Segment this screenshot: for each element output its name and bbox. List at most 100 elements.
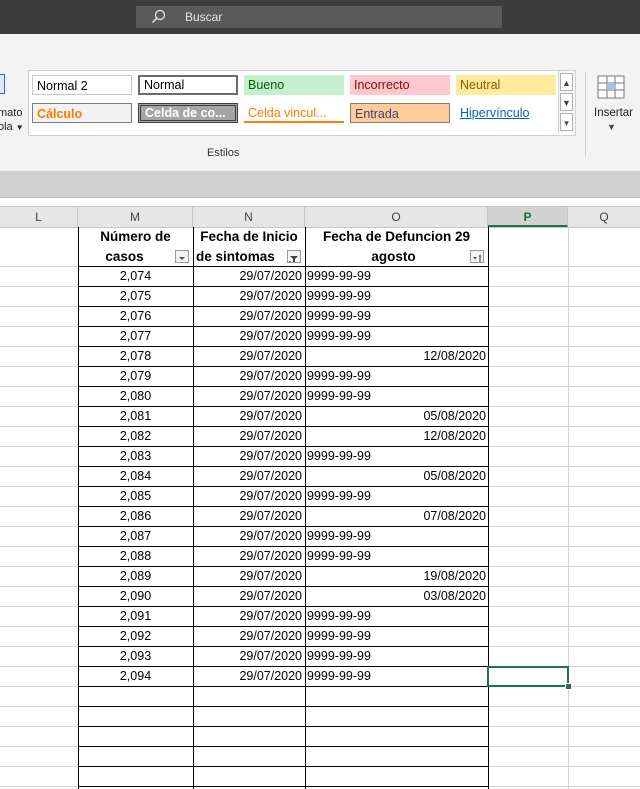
- chevron-down-icon[interactable]: ▼: [607, 122, 616, 132]
- cell-fecha-defuncion[interactable]: 9999-99-99: [307, 306, 485, 326]
- cell-fecha-defuncion[interactable]: 9999-99-99: [307, 606, 485, 626]
- cell-numero-de-casos[interactable]: 2,084: [79, 466, 192, 486]
- cell-fecha-defuncion[interactable]: 19/08/2020: [305, 566, 486, 586]
- style-celda-vinculada[interactable]: Celda vincul...: [244, 103, 344, 123]
- cell-numero-de-casos[interactable]: 2,079: [79, 366, 192, 386]
- cell-fecha-inicio[interactable]: 29/07/2020: [193, 446, 302, 466]
- fill-handle[interactable]: [565, 683, 572, 690]
- cell-fecha-inicio[interactable]: 29/07/2020: [193, 586, 302, 606]
- cell-fecha-inicio[interactable]: 29/07/2020: [193, 606, 302, 626]
- cell-fecha-defuncion[interactable]: 03/08/2020: [305, 586, 486, 606]
- cell-fecha-defuncion[interactable]: 9999-99-99: [307, 526, 485, 546]
- column-header-m[interactable]: M: [78, 207, 193, 227]
- cell-fecha-defuncion[interactable]: 07/08/2020: [305, 506, 486, 526]
- cell-fecha-inicio[interactable]: 29/07/2020: [193, 426, 302, 446]
- cell-fecha-defuncion[interactable]: 05/08/2020: [305, 466, 486, 486]
- cell-fecha-inicio[interactable]: 29/07/2020: [193, 346, 302, 366]
- cell-fecha-inicio[interactable]: 29/07/2020: [193, 466, 302, 486]
- style-normal-2[interactable]: Normal 2: [32, 75, 132, 95]
- formula-bar[interactable]: [0, 171, 640, 198]
- column-header-q[interactable]: Q: [568, 207, 640, 227]
- column-header-n[interactable]: N: [193, 207, 305, 227]
- cell-numero-de-casos[interactable]: 2,082: [79, 426, 192, 446]
- cell-fecha-inicio[interactable]: 29/07/2020: [193, 566, 302, 586]
- cell-numero-de-casos[interactable]: 2,076: [79, 306, 192, 326]
- cell-numero-de-casos[interactable]: 2,080: [79, 386, 192, 406]
- cell-fecha-inicio[interactable]: 29/07/2020: [193, 526, 302, 546]
- style-neutral[interactable]: Neutral: [456, 75, 556, 95]
- cell-fecha-defuncion[interactable]: 9999-99-99: [307, 486, 485, 506]
- cell-fecha-defuncion[interactable]: 9999-99-99: [307, 646, 485, 666]
- cell-numero-de-casos[interactable]: 2,085: [79, 486, 192, 506]
- cell-fecha-defuncion[interactable]: 9999-99-99: [307, 266, 485, 286]
- cell-fecha-defuncion[interactable]: 9999-99-99: [307, 546, 485, 566]
- style-bueno[interactable]: Bueno: [244, 75, 344, 95]
- cell-numero-de-casos[interactable]: 2,086: [79, 506, 192, 526]
- cell-numero-de-casos[interactable]: 2,083: [79, 446, 192, 466]
- cell-numero-de-casos[interactable]: 2,075: [79, 286, 192, 306]
- cell-numero-de-casos[interactable]: 2,081: [79, 406, 192, 426]
- style-calculo[interactable]: Cálculo: [32, 103, 132, 123]
- cell-numero-de-casos[interactable]: 2,093: [79, 646, 192, 666]
- cell-numero-de-casos[interactable]: 2,089: [79, 566, 192, 586]
- cell-fecha-defuncion[interactable]: 9999-99-99: [307, 286, 485, 306]
- cell-fecha-defuncion[interactable]: 9999-99-99: [307, 386, 485, 406]
- cell-numero-de-casos[interactable]: 2,091: [79, 606, 192, 626]
- table-border-horizontal: [78, 786, 489, 787]
- style-incorrecto[interactable]: Incorrecto: [350, 75, 450, 95]
- cell-fecha-defuncion[interactable]: 9999-99-99: [307, 626, 485, 646]
- cell-numero-de-casos[interactable]: 2,077: [79, 326, 192, 346]
- cell-fecha-inicio[interactable]: 29/07/2020: [193, 626, 302, 646]
- cell-fecha-inicio[interactable]: 29/07/2020: [193, 286, 302, 306]
- cell-fecha-inicio[interactable]: 29/07/2020: [193, 386, 302, 406]
- cell-fecha-inicio[interactable]: 29/07/2020: [193, 406, 302, 426]
- worksheet-grid[interactable]: Número de casos Fecha de Inicio de sinto…: [0, 227, 640, 789]
- table-border-horizontal: [78, 686, 489, 687]
- table-border-vertical: [488, 227, 489, 789]
- style-normal[interactable]: Normal: [138, 75, 238, 95]
- cell-fecha-defuncion[interactable]: 9999-99-99: [307, 446, 485, 466]
- style-entrada[interactable]: Entrada: [350, 103, 450, 123]
- cell-numero-de-casos[interactable]: 2,088: [79, 546, 192, 566]
- gallery-more-button[interactable]: ▾: [560, 113, 573, 131]
- cell-fecha-inicio[interactable]: 29/07/2020: [193, 266, 302, 286]
- cell-fecha-inicio[interactable]: 29/07/2020: [193, 326, 302, 346]
- cell-fecha-inicio[interactable]: 29/07/2020: [193, 666, 302, 686]
- style-celda-de-comprobacion[interactable]: Celda de co...: [138, 103, 238, 123]
- cell-fecha-inicio[interactable]: 29/07/2020: [193, 366, 302, 386]
- cell-numero-de-casos[interactable]: 2,092: [79, 626, 192, 646]
- style-hipervinculo[interactable]: Hipervínculo: [456, 103, 556, 123]
- cell-fecha-defuncion[interactable]: 9999-99-99: [307, 666, 485, 686]
- cell-fecha-inicio[interactable]: 29/07/2020: [193, 546, 302, 566]
- insert-label[interactable]: Insertar: [594, 107, 633, 119]
- cell-numero-de-casos[interactable]: 2,090: [79, 586, 192, 606]
- column-header-o[interactable]: O: [305, 207, 488, 227]
- table-border-horizontal: [78, 746, 489, 747]
- cell-numero-de-casos[interactable]: 2,094: [79, 666, 192, 686]
- cell-fecha-inicio[interactable]: 29/07/2020: [193, 486, 302, 506]
- cell-fecha-defuncion[interactable]: 9999-99-99: [307, 366, 485, 386]
- search-box[interactable]: Buscar: [136, 6, 502, 28]
- sort-filter-button-o[interactable]: [470, 250, 484, 263]
- filter-active-button-n[interactable]: [287, 250, 301, 263]
- table-border-horizontal: [78, 726, 489, 727]
- column-header-p[interactable]: P: [488, 207, 568, 227]
- cell-numero-de-casos[interactable]: 2,078: [79, 346, 192, 366]
- active-cell-p[interactable]: [487, 666, 569, 687]
- insert-cells-icon[interactable]: [596, 74, 626, 100]
- format-as-table-button[interactable]: mato ola ▼: [0, 34, 26, 171]
- gallery-scroll-up-button[interactable]: ▲: [560, 73, 573, 91]
- cell-numero-de-casos[interactable]: 2,074: [79, 266, 192, 286]
- cell-fecha-defuncion[interactable]: 05/08/2020: [305, 406, 486, 426]
- cell-numero-de-casos[interactable]: 2,087: [79, 526, 192, 546]
- cell-fecha-defuncion[interactable]: 9999-99-99: [307, 326, 485, 346]
- cell-fecha-inicio[interactable]: 29/07/2020: [193, 646, 302, 666]
- cell-fecha-inicio[interactable]: 29/07/2020: [193, 306, 302, 326]
- header-fecha-defuncion[interactable]: Fecha de Defuncion 29 agosto: [305, 227, 488, 267]
- gallery-scroll-down-button[interactable]: ▼: [560, 93, 573, 111]
- cell-fecha-defuncion[interactable]: 12/08/2020: [305, 346, 486, 366]
- cell-fecha-defuncion[interactable]: 12/08/2020: [305, 426, 486, 446]
- cell-fecha-inicio[interactable]: 29/07/2020: [193, 506, 302, 526]
- filter-dropdown-button-m[interactable]: [175, 250, 189, 263]
- column-header-l[interactable]: L: [0, 207, 78, 227]
